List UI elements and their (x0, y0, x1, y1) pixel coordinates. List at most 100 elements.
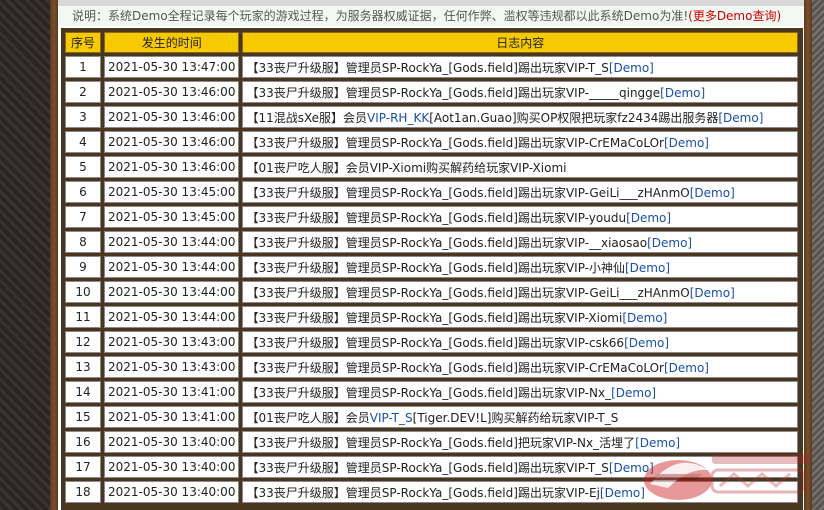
row-index: 4 (65, 131, 101, 153)
right-wood-frame (804, 0, 812, 510)
row-log-message: 【33丧尸升级服】管理员SP-RockYa_[Gods.field]踢出玩家VI… (242, 81, 798, 103)
row-index: 12 (65, 331, 101, 353)
log-table-header-row: 序号 发生的时间 日志内容 (65, 32, 798, 53)
table-row: 4 2021-05-30 13:46:00 【33丧尸升级服】管理员SP-RockY… (65, 131, 798, 153)
table-row: 11 2021-05-30 13:44:00 【33丧尸升级服】管理员SP-Rock… (65, 306, 798, 328)
log-text: 【33丧尸升级服】管理员SP-RockYa_[Gods.field]踢出玩家VI… (246, 185, 690, 200)
notice-bar: 说明：系统Demo全程记录每个玩家的游戏过程，为服务器权威证据，任何作弊、滥权等… (58, 6, 804, 26)
row-time: 2021-05-30 13:44:00 (104, 306, 240, 328)
table-row: 5 2021-05-30 13:46:00 【01丧尸吃人服】会员VIP-Xiomi… (65, 156, 798, 178)
notice-text: 说明：系统Demo全程记录每个玩家的游戏过程，为服务器权威证据，任何作弊、滥权等… (72, 9, 689, 23)
row-log-message: 【33丧尸升级服】管理员SP-RockYa_[Gods.field]踢出玩家VI… (242, 256, 798, 278)
row-index: 3 (65, 106, 101, 128)
row-time: 2021-05-30 13:46:00 (104, 131, 240, 153)
log-text: 【33丧尸升级服】管理员SP-RockYa_[Gods.field]踢出玩家VI… (246, 210, 627, 225)
log-text: 【33丧尸升级服】管理员SP-RockYa_[Gods.field]踢出玩家VI… (246, 235, 648, 250)
row-log-message: 【33丧尸升级服】管理员SP-RockYa_[Gods.field]踢出玩家VI… (242, 56, 798, 78)
log-text: 【01丧尸吃人服】会员 (246, 410, 370, 425)
row-index: 11 (65, 306, 101, 328)
header-log-content: 日志内容 (242, 32, 798, 53)
demo-link[interactable]: [Demo] (609, 61, 654, 75)
right-background-pattern (812, 0, 824, 510)
row-index: 5 (65, 156, 101, 178)
notice-paren-close: ) (776, 9, 782, 23)
table-row: 6 2021-05-30 13:45:00 【33丧尸升级服】管理员SP-RockY… (65, 181, 798, 203)
row-time: 2021-05-30 13:44:00 (104, 231, 240, 253)
row-time: 2021-05-30 13:40:00 (104, 431, 240, 453)
demo-link[interactable]: [Demo] (690, 286, 735, 300)
left-background-pattern (0, 0, 50, 510)
row-log-message: 【33丧尸升级服】管理员SP-RockYa_[Gods.field]踢出玩家VI… (242, 331, 798, 353)
row-log-message: 【01丧尸吃人服】会员VIP-T_S[Tiger.DEV!L]购买解药给玩家VI… (242, 406, 798, 428)
table-row: 3 2021-05-30 13:46:00 【11混战sXe服】会员VIP-RH_K… (65, 106, 798, 128)
table-row: 1 2021-05-30 13:47:00 【33丧尸升级服】管理员SP-RockY… (65, 56, 798, 78)
row-log-message: 【33丧尸升级服】管理员SP-RockYa_[Gods.field]把玩家VIP… (242, 431, 798, 453)
row-time: 2021-05-30 13:46:00 (104, 156, 240, 178)
row-index: 13 (65, 356, 101, 378)
demo-link[interactable]: [Demo] (609, 461, 654, 475)
log-text: 【33丧尸升级服】管理员SP-RockYa_[Gods.field]踢出玩家VI… (246, 60, 609, 75)
header-time: 发生的时间 (104, 32, 240, 53)
log-text: 【01丧尸吃人服】会员VIP-Xiomi购买解药给玩家VIP-Xiomi (246, 160, 567, 175)
table-row: 12 2021-05-30 13:43:00 【33丧尸升级服】管理员SP-Rock… (65, 331, 798, 353)
row-index: 14 (65, 381, 101, 403)
demo-link[interactable]: [Demo] (664, 361, 709, 375)
log-table: 序号 发生的时间 日志内容 1 2021-05-30 13:47:00 【33丧尸升… (62, 29, 801, 506)
row-index: 1 (65, 56, 101, 78)
demo-link[interactable]: [Demo] (622, 311, 667, 325)
log-text: 【33丧尸升级服】管理员SP-RockYa_[Gods.field]踢出玩家VI… (246, 360, 664, 375)
row-index: 17 (65, 456, 101, 478)
table-row: 13 2021-05-30 13:43:00 【33丧尸升级服】管理员SP-Rock… (65, 356, 798, 378)
table-row: 10 2021-05-30 13:44:00 【33丧尸升级服】管理员SP-Rock… (65, 281, 798, 303)
member-name-link[interactable]: VIP-RH_KK (367, 111, 429, 125)
demo-link[interactable]: [Demo] (625, 261, 670, 275)
main-content: 说明：系统Demo全程记录每个玩家的游戏过程，为服务器权威证据，任何作弊、滥权等… (58, 0, 804, 510)
row-time: 2021-05-30 13:45:00 (104, 181, 240, 203)
table-row: 7 2021-05-30 13:45:00 【33丧尸升级服】管理员SP-RockY… (65, 206, 798, 228)
demo-link[interactable]: [Demo] (660, 86, 705, 100)
left-wood-frame (50, 0, 58, 510)
row-time: 2021-05-30 13:41:00 (104, 381, 240, 403)
demo-link[interactable]: [Demo] (718, 111, 763, 125)
table-row: 9 2021-05-30 13:44:00 【33丧尸升级服】管理员SP-RockY… (65, 256, 798, 278)
row-index: 6 (65, 181, 101, 203)
row-log-message: 【33丧尸升级服】管理员SP-RockYa_[Gods.field]踢出玩家VI… (242, 381, 798, 403)
table-row: 17 2021-05-30 13:40:00 【33丧尸升级服】管理员SP-Rock… (65, 456, 798, 478)
row-log-message: 【33丧尸升级服】管理员SP-RockYa_[Gods.field]踢出玩家VI… (242, 481, 798, 503)
demo-link[interactable]: [Demo] (624, 336, 669, 350)
demo-link[interactable]: [Demo] (626, 211, 671, 225)
table-row: 8 2021-05-30 13:44:00 【33丧尸升级服】管理员SP-RockY… (65, 231, 798, 253)
row-time: 2021-05-30 13:43:00 (104, 356, 240, 378)
row-index: 8 (65, 231, 101, 253)
row-index: 16 (65, 431, 101, 453)
row-log-message: 【33丧尸升级服】管理员SP-RockYa_[Gods.field]踢出玩家VI… (242, 206, 798, 228)
log-text: [Aot1an.Guao]购买OP权限把玩家fz2434踢出服务器 (429, 110, 719, 125)
log-text: 【33丧尸升级服】管理员SP-RockYa_[Gods.field]踢出玩家VI… (246, 135, 664, 150)
log-text: 【33丧尸升级服】管理员SP-RockYa_[Gods.field]踢出玩家VI… (246, 285, 690, 300)
demo-link[interactable]: [Demo] (664, 136, 709, 150)
row-log-message: 【11混战sXe服】会员VIP-RH_KK[Aot1an.Guao]购买OP权限… (242, 106, 798, 128)
row-log-message: 【33丧尸升级服】管理员SP-RockYa_[Gods.field]踢出玩家VI… (242, 456, 798, 478)
demo-link[interactable]: [Demo] (690, 186, 735, 200)
log-text: 【33丧尸升级服】管理员SP-RockYa_[Gods.field]踢出玩家VI… (246, 335, 625, 350)
row-log-message: 【33丧尸升级服】管理员SP-RockYa_[Gods.field]踢出玩家VI… (242, 131, 798, 153)
table-row: 16 2021-05-30 13:40:00 【33丧尸升级服】管理员SP-Rock… (65, 431, 798, 453)
log-text: 【33丧尸升级服】管理员SP-RockYa_[Gods.field]踢出玩家VI… (246, 460, 609, 475)
row-log-message: 【33丧尸升级服】管理员SP-RockYa_[Gods.field]踢出玩家VI… (242, 306, 798, 328)
log-text: 【33丧尸升级服】管理员SP-RockYa_[Gods.field]踢出玩家VI… (246, 260, 625, 275)
more-demo-link[interactable]: 更多Demo查询 (693, 9, 777, 23)
log-text: 【33丧尸升级服】管理员SP-RockYa_[Gods.field]把玩家VIP… (246, 435, 636, 450)
demo-link[interactable]: [Demo] (611, 386, 656, 400)
demo-link[interactable]: [Demo] (635, 436, 680, 450)
member-name-link[interactable]: VIP-T_S (370, 411, 413, 425)
demo-link[interactable]: [Demo] (600, 486, 645, 500)
table-row: 2 2021-05-30 13:46:00 【33丧尸升级服】管理员SP-RockY… (65, 81, 798, 103)
demo-link[interactable]: [Demo] (647, 236, 692, 250)
row-time: 2021-05-30 13:45:00 (104, 206, 240, 228)
log-table-body: 1 2021-05-30 13:47:00 【33丧尸升级服】管理员SP-RockY… (65, 56, 798, 503)
row-log-message: 【33丧尸升级服】管理员SP-RockYa_[Gods.field]踢出玩家VI… (242, 356, 798, 378)
row-time: 2021-05-30 13:47:00 (104, 56, 240, 78)
table-row: 15 2021-05-30 13:41:00 【01丧尸吃人服】会员VIP-T_S[… (65, 406, 798, 428)
row-time: 2021-05-30 13:46:00 (104, 106, 240, 128)
log-text: 【33丧尸升级服】管理员SP-RockYa_[Gods.field]踢出玩家VI… (246, 310, 623, 325)
